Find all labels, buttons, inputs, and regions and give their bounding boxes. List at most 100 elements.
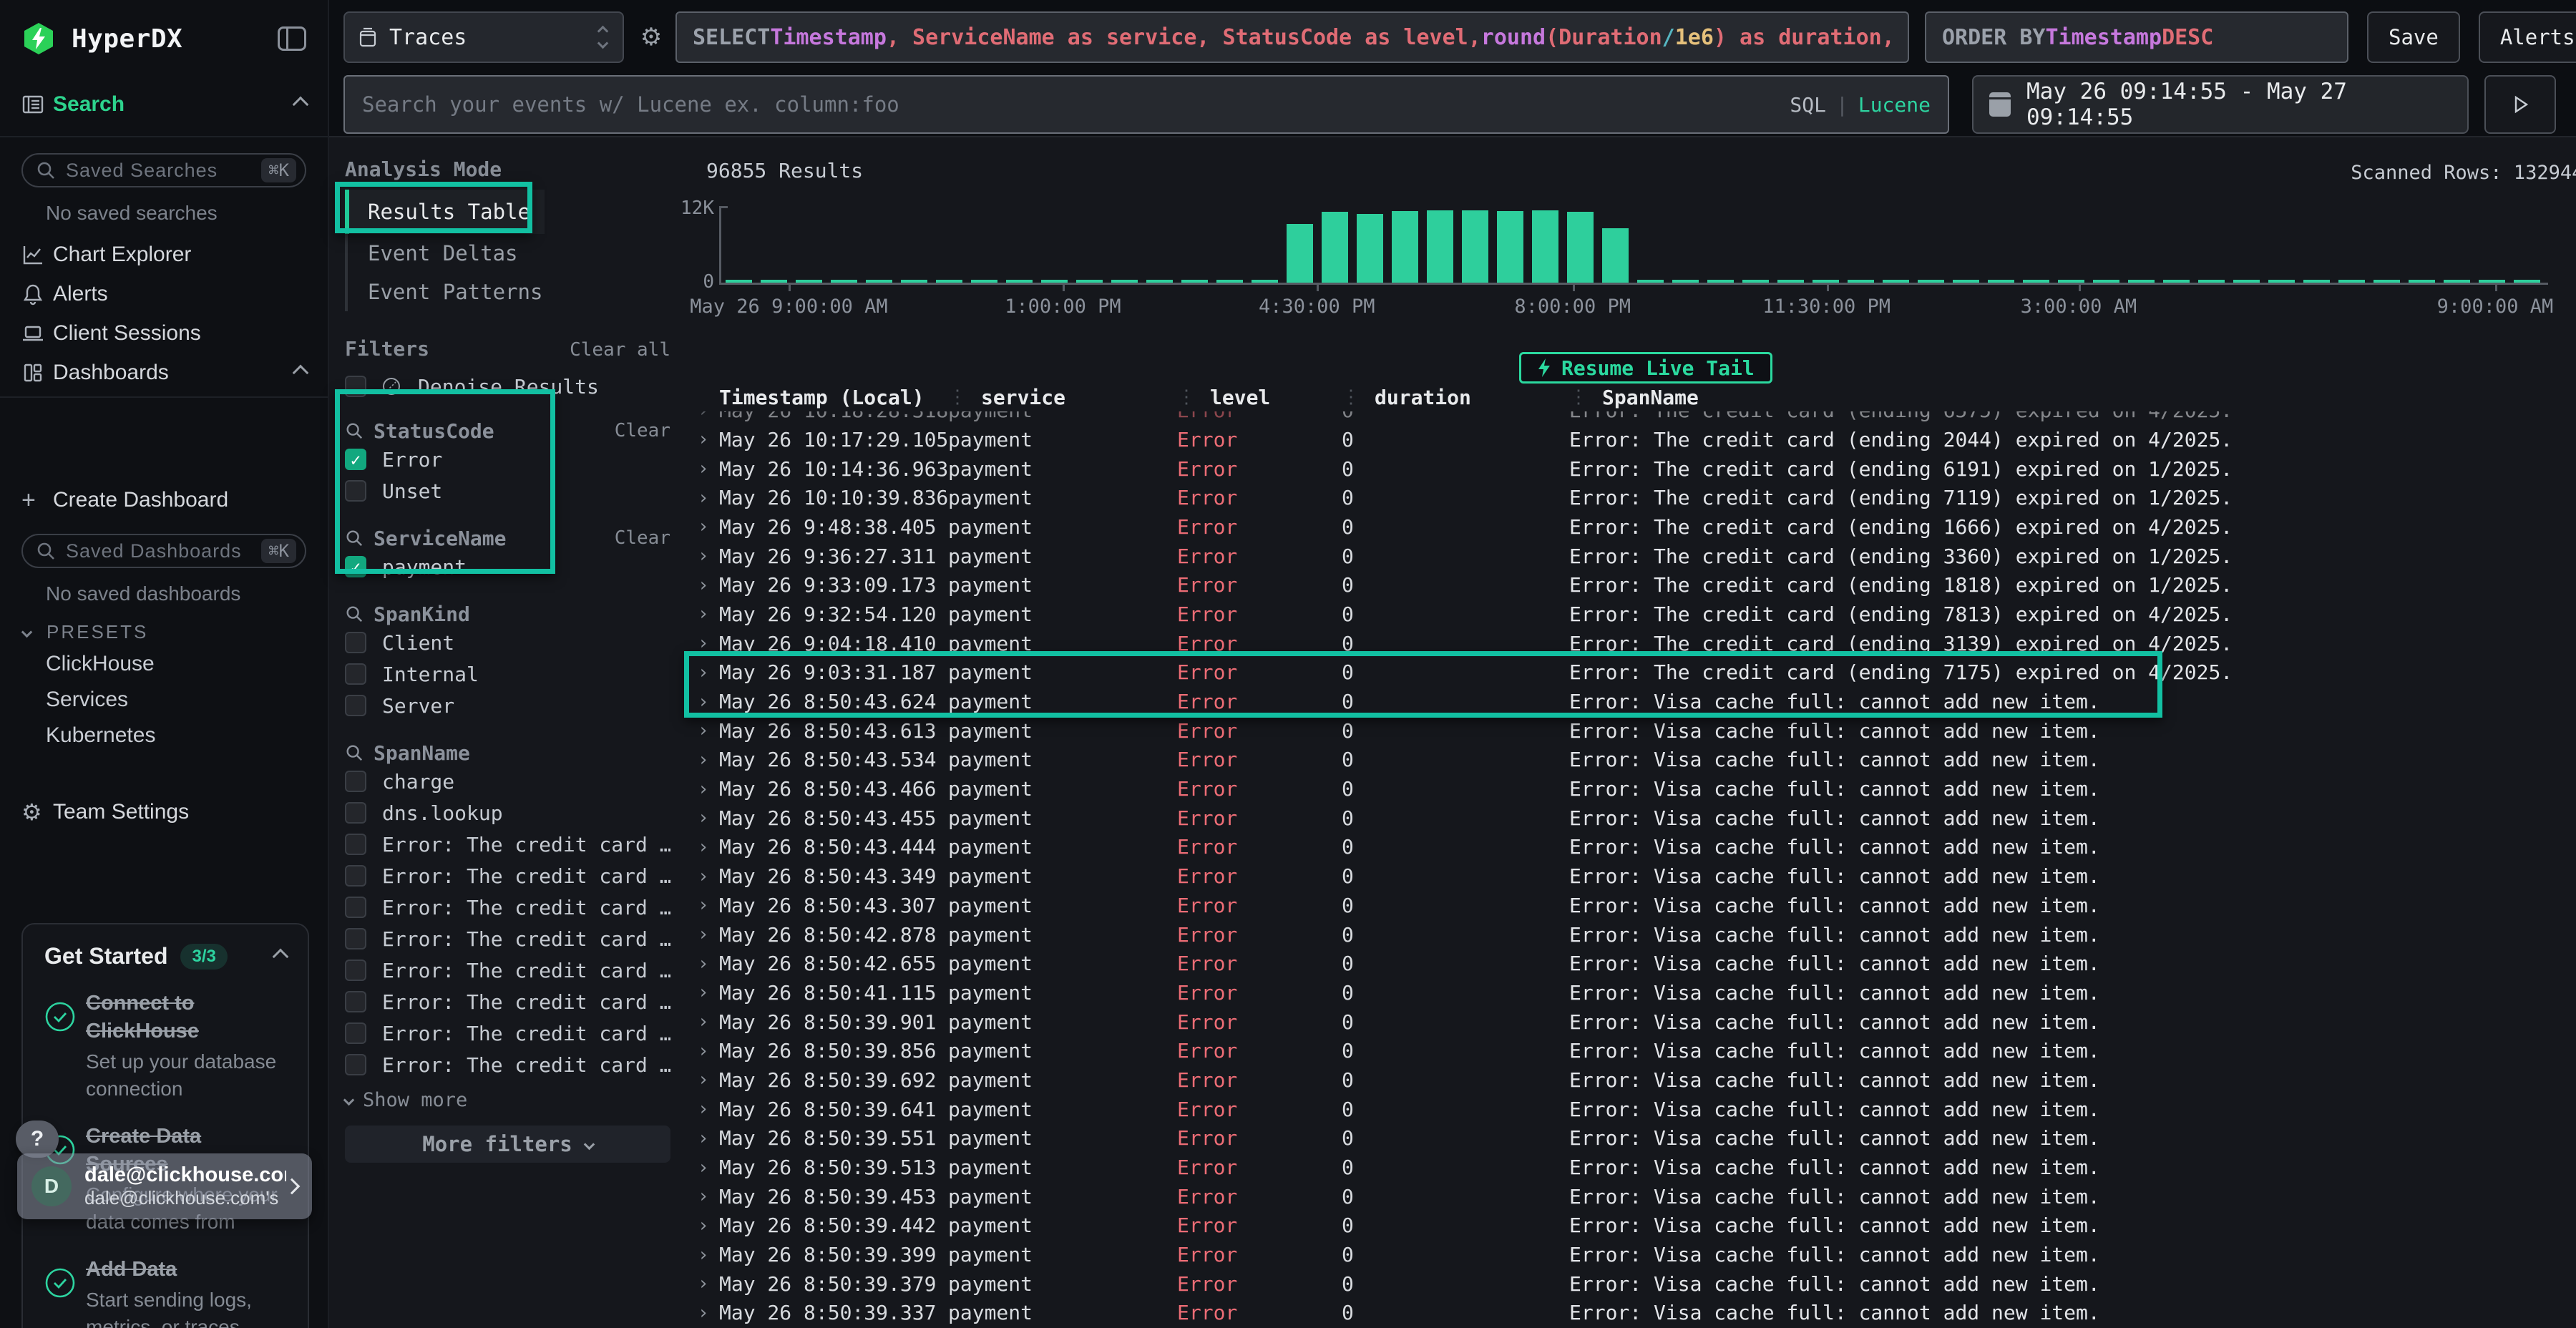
source-settings-gear-icon[interactable]: ⚙ xyxy=(631,23,671,52)
row-expand-chevron-icon[interactable]: › xyxy=(698,458,719,479)
table-row-partial[interactable]: ›May 26 10:18:28.318 PMpaymentError0Erro… xyxy=(698,411,2576,425)
help-button[interactable]: ? xyxy=(16,1120,59,1158)
column-header-level[interactable]: ⋮level xyxy=(1177,386,1342,409)
time-range-picker[interactable]: May 26 09:14:55 - May 27 09:14:55 xyxy=(1972,75,2469,134)
filter-group-clear-link[interactable]: Clear xyxy=(615,420,670,441)
table-row[interactable]: ›May 26 9:04:18.410 PMpaymentError0Error… xyxy=(698,629,2576,658)
source-select[interactable]: Traces xyxy=(343,11,624,63)
row-expand-chevron-icon[interactable]: › xyxy=(698,720,719,741)
user-account-bar[interactable]: D dale@clickhouse.com dale@clickhouse.co… xyxy=(17,1153,312,1219)
event-search-input[interactable]: Search your events w/ Lucene ex. column:… xyxy=(343,75,1949,134)
row-expand-chevron-icon[interactable]: › xyxy=(698,1040,719,1062)
row-expand-chevron-icon[interactable]: › xyxy=(698,1069,719,1090)
row-expand-chevron-icon[interactable]: › xyxy=(698,487,719,509)
sidebar-item-services[interactable]: Services xyxy=(0,682,328,718)
column-drag-handle-icon[interactable]: ⋮ xyxy=(1569,386,1588,408)
column-drag-handle-icon[interactable]: ⋮ xyxy=(1342,386,1360,408)
row-expand-chevron-icon[interactable]: › xyxy=(698,603,719,625)
create-dashboard-button[interactable]: + Create Dashboard xyxy=(0,482,328,518)
row-expand-chevron-icon[interactable]: › xyxy=(698,924,719,945)
filter-checkbox-error-the-credit-card-[interactable]: Error: The credit card … xyxy=(345,923,670,954)
table-row[interactable]: ›May 26 8:50:43.534 PMpaymentError0Error… xyxy=(698,746,2576,775)
filter-checkbox-server[interactable]: Server xyxy=(345,690,670,721)
table-row[interactable]: ›May 26 8:50:39.901 PMpaymentError0Error… xyxy=(698,1007,2576,1037)
row-expand-chevron-icon[interactable]: › xyxy=(698,691,719,713)
save-button[interactable]: Save xyxy=(2367,11,2460,63)
column-header-spanname[interactable]: ⋮SpanName xyxy=(1569,386,2576,409)
table-row[interactable]: ›May 26 9:48:38.405 PMpaymentError0Error… xyxy=(698,512,2576,542)
row-expand-chevron-icon[interactable]: › xyxy=(698,1215,719,1236)
filter-group-clear-link[interactable]: Clear xyxy=(615,527,670,549)
analysis-mode-event-deltas[interactable]: Event Deltas xyxy=(345,234,670,273)
row-expand-chevron-icon[interactable]: › xyxy=(698,662,719,683)
filter-checkbox-error[interactable]: ✓Error xyxy=(345,444,670,475)
table-row[interactable]: ›May 26 8:50:39.442 PMpaymentError0Error… xyxy=(698,1211,2576,1241)
analysis-mode-results-table[interactable]: Results Table xyxy=(345,190,545,234)
table-row[interactable]: ›May 26 8:50:43.613 PMpaymentError0Error… xyxy=(698,716,2576,746)
table-row[interactable]: ›May 26 9:03:31.187 PMpaymentError0Error… xyxy=(698,658,2576,688)
row-expand-chevron-icon[interactable]: › xyxy=(698,836,719,858)
row-expand-chevron-icon[interactable]: › xyxy=(698,807,719,829)
row-expand-chevron-icon[interactable]: › xyxy=(698,429,719,450)
table-row[interactable]: ›May 26 8:50:39.379 PMpaymentError0Error… xyxy=(698,1269,2576,1299)
row-expand-chevron-icon[interactable]: › xyxy=(698,894,719,916)
filter-checkbox-internal[interactable]: Internal xyxy=(345,658,670,690)
filter-checkbox-error-the-credit-card-[interactable]: Error: The credit card … xyxy=(345,829,670,860)
sidebar-collapse-icon[interactable] xyxy=(278,26,306,51)
alerts-button[interactable]: Alerts xyxy=(2479,11,2576,63)
row-expand-chevron-icon[interactable]: › xyxy=(698,1302,719,1324)
row-expand-chevron-icon[interactable]: › xyxy=(698,778,719,800)
filter-checkbox-error-the-credit-card-[interactable]: Error: The credit card … xyxy=(345,1049,670,1080)
filter-checkbox-error-the-credit-card-[interactable]: Error: The credit card … xyxy=(345,986,670,1017)
table-row[interactable]: ›May 26 8:50:39.399 PMpaymentError0Error… xyxy=(698,1240,2576,1269)
table-row[interactable]: ›May 26 8:50:42.878 PMpaymentError0Error… xyxy=(698,920,2576,949)
row-expand-chevron-icon[interactable]: › xyxy=(698,1128,719,1149)
analysis-mode-event-patterns[interactable]: Event Patterns xyxy=(345,273,670,311)
table-row[interactable]: ›May 26 8:50:43.455 PMpaymentError0Error… xyxy=(698,804,2576,833)
presets-toggle[interactable]: PRESETS xyxy=(0,610,328,646)
saved-dashboards-input[interactable]: Saved Dashboards ⌘K xyxy=(21,534,306,568)
clear-all-link[interactable]: Clear all xyxy=(570,339,670,361)
filter-checkbox-charge[interactable]: charge xyxy=(345,766,670,797)
table-row[interactable]: ›May 26 8:50:43.307 PMpaymentError0Error… xyxy=(698,891,2576,920)
column-header-timestamp[interactable]: Timestamp (Local) xyxy=(719,386,948,409)
table-row[interactable]: ›May 26 8:50:39.453 PMpaymentError0Error… xyxy=(698,1182,2576,1211)
table-row[interactable]: ›May 26 10:14:36.963 PMpaymentError0Erro… xyxy=(698,454,2576,484)
table-row[interactable]: ›May 26 9:33:09.173 PMpaymentError0Error… xyxy=(698,570,2576,600)
table-row[interactable]: ›May 26 10:18:28.318 PMpaymentError0Erro… xyxy=(698,411,2576,425)
row-expand-chevron-icon[interactable]: › xyxy=(698,1157,719,1178)
filter-checkbox-payment[interactable]: ✓payment xyxy=(345,551,670,582)
table-row[interactable]: ›May 26 10:17:29.105 PMpaymentError0Erro… xyxy=(698,425,2576,454)
table-row[interactable]: ›May 26 8:50:39.337 PMpaymentError0Error… xyxy=(698,1299,2576,1328)
filter-checkbox-error-the-credit-card-[interactable]: Error: The credit card … xyxy=(345,954,670,986)
sidebar-item-alerts[interactable]: Alerts xyxy=(0,274,328,313)
resume-live-tail-button[interactable]: Resume Live Tail xyxy=(1519,352,1772,384)
sidebar-item-client-sessions[interactable]: Client Sessions xyxy=(0,313,328,353)
saved-searches-input[interactable]: Saved Searches ⌘K xyxy=(21,153,306,187)
mode-toggle-sql[interactable]: SQL xyxy=(1790,93,1826,117)
table-row[interactable]: ›May 26 8:50:39.856 PMpaymentError0Error… xyxy=(698,1036,2576,1065)
row-expand-chevron-icon[interactable]: › xyxy=(698,633,719,654)
filter-checkbox-dns-lookup[interactable]: dns.lookup xyxy=(345,797,670,829)
table-row[interactable]: ›May 26 9:32:54.120 PMpaymentError0Error… xyxy=(698,600,2576,629)
table-row[interactable]: ›May 26 8:50:41.115 PMpaymentError0Error… xyxy=(698,978,2576,1007)
row-expand-chevron-icon[interactable]: › xyxy=(698,1186,719,1207)
sidebar-item-clickhouse[interactable]: ClickHouse xyxy=(0,646,328,682)
table-row[interactable]: ›May 26 8:50:43.444 PMpaymentError0Error… xyxy=(698,833,2576,862)
column-drag-handle-icon[interactable]: ⋮ xyxy=(948,386,967,408)
table-row[interactable]: ›May 26 8:50:43.466 PMpaymentError0Error… xyxy=(698,774,2576,804)
get-started-header[interactable]: Get Started 3/3 xyxy=(44,943,286,970)
table-row[interactable]: ›May 26 8:50:43.349 PMpaymentError0Error… xyxy=(698,861,2576,891)
sidebar-item-kubernetes[interactable]: Kubernetes xyxy=(0,718,328,753)
column-drag-handle-icon[interactable]: ⋮ xyxy=(1177,386,1196,408)
row-expand-chevron-icon[interactable]: › xyxy=(698,953,719,975)
row-expand-chevron-icon[interactable]: › xyxy=(698,982,719,1003)
sql-orderby-editor[interactable]: ORDER BY Timestamp DESC xyxy=(1925,11,2348,63)
row-expand-chevron-icon[interactable]: › xyxy=(698,575,719,596)
table-row[interactable]: ›May 26 8:50:39.513 PMpaymentError0Error… xyxy=(698,1153,2576,1182)
row-expand-chevron-icon[interactable]: › xyxy=(698,1098,719,1120)
table-row[interactable]: ›May 26 8:50:39.551 PMpaymentError0Error… xyxy=(698,1124,2576,1153)
sidebar-item-search[interactable]: Search xyxy=(0,87,328,122)
filter-checkbox-client[interactable]: Client xyxy=(345,627,670,658)
column-header-service[interactable]: ⋮service xyxy=(948,386,1177,409)
